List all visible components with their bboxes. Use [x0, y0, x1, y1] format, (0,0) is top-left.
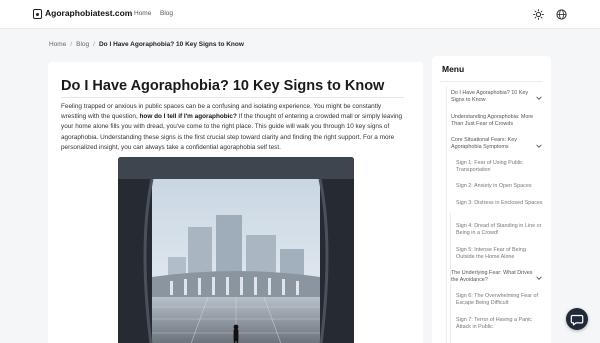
- breadcrumb-current: Do I Have Agoraphobia? 10 Key Signs to K…: [98, 41, 244, 48]
- article-card: Do I Have Agoraphobia? 10 Key Signs to K…: [48, 62, 423, 343]
- chat-button[interactable]: [566, 308, 588, 330]
- toc-subitem[interactable]: Sign 3: Distress in Enclosed Spaces: [456, 200, 544, 207]
- toc-item[interactable]: Do I Have Agoraphobia? 10 Key Signs to K…: [451, 90, 536, 105]
- site-brand[interactable]: Agoraphobiatest.com: [45, 8, 132, 18]
- toc-guide-line: [446, 86, 447, 343]
- toc-subitem[interactable]: Sign 1: Fear of Using Public Transportat…: [456, 160, 544, 175]
- menu-divider: [440, 81, 543, 82]
- toc-subitem[interactable]: Sign 7: Terror of Having a Panic Attack …: [456, 317, 544, 332]
- title-divider: [61, 97, 404, 98]
- toc-item[interactable]: The Underlying Fear: What Drives the Avo…: [451, 270, 536, 285]
- toc-item[interactable]: Core Situational Fears: Key Agoraphobia …: [451, 137, 536, 152]
- toc-subitem[interactable]: Sign 2: Anxiety in Open Spaces: [456, 183, 544, 190]
- toc-subitem[interactable]: Sign 4: Dread of Standing in Line or Bei…: [456, 223, 544, 238]
- table-of-contents: Menu Do I Have Agoraphobia? 10 Key Signs…: [432, 56, 551, 343]
- breadcrumb-blog[interactable]: Blog: [76, 41, 89, 48]
- nav-link-blog[interactable]: Blog: [160, 10, 173, 17]
- breadcrumb-separator: /: [70, 41, 73, 48]
- chevron-down-icon[interactable]: [536, 144, 542, 148]
- intro-text-bold: how do I tell if I'm agoraphobic?: [139, 113, 237, 121]
- top-navigation-bar: Agoraphobiatest.com Home Blog: [0, 0, 600, 29]
- menu-title: Menu: [442, 64, 465, 74]
- hero-image: [118, 157, 354, 343]
- nav-link-home[interactable]: Home: [134, 10, 151, 17]
- hero-illustration: [118, 157, 354, 343]
- chevron-down-icon[interactable]: [536, 96, 542, 100]
- chevron-down-icon[interactable]: [536, 276, 542, 280]
- toc-subitem[interactable]: Sign 6: The Overwhelming Fear of Escape …: [456, 293, 544, 308]
- article-intro: Feeling trapped or anxious in public spa…: [61, 102, 406, 153]
- breadcrumb: Home / Blog / Do I Have Agoraphobia? 10 Key …: [49, 41, 244, 48]
- chat-icon: [570, 314, 584, 326]
- breadcrumb-separator: /: [93, 41, 95, 48]
- article-title: Do I Have Agoraphobia? 10 Key Signs to K…: [61, 78, 385, 94]
- toc-item[interactable]: Understanding Agoraphobia: More Than Jus…: [451, 114, 536, 129]
- brain-icon[interactable]: [33, 9, 42, 19]
- sun-icon[interactable]: [533, 9, 544, 20]
- breadcrumb-home[interactable]: Home: [49, 41, 66, 48]
- toc-subitem[interactable]: Sign 5: Intense Fear of Being Outside th…: [456, 247, 544, 262]
- globe-icon[interactable]: [556, 9, 567, 20]
